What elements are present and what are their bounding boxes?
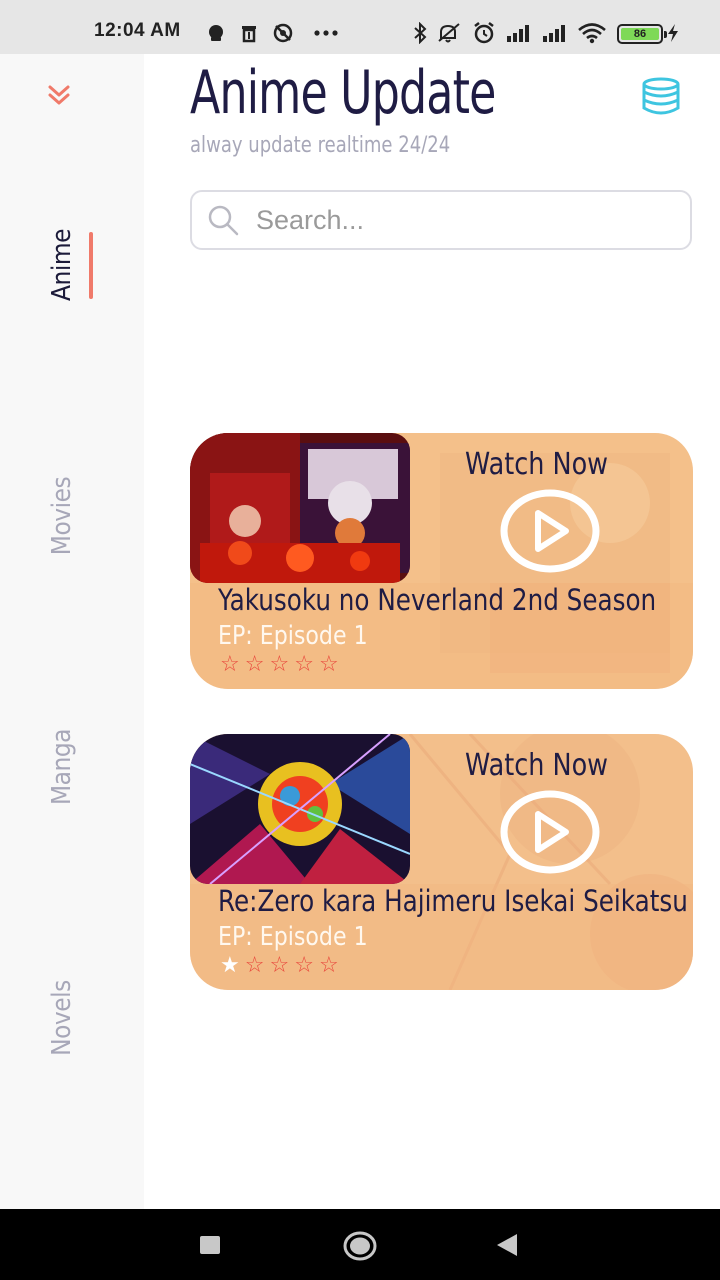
star-outline-icon: ☆ (318, 652, 339, 677)
battery-level: 86 (621, 28, 659, 40)
page-subtitle: alway update realtime 24/24 (190, 133, 451, 158)
star-outline-icon: ☆ (269, 953, 290, 978)
home-icon (343, 1231, 377, 1261)
play-button[interactable] (500, 790, 600, 874)
play-icon (500, 489, 600, 573)
card-thumbnail (190, 433, 410, 583)
back-icon (497, 1234, 517, 1256)
sidebar-item-movies[interactable]: Movies (0, 456, 124, 576)
search-input[interactable] (256, 204, 656, 236)
sidebar-item-label: Anime (47, 228, 77, 302)
anime-card[interactable]: Watch Now Re:Zero kara Hajimeru Isekai S… (190, 734, 693, 990)
wifi-icon (577, 22, 607, 44)
search-bar[interactable] (190, 190, 692, 250)
battery-indicator: 86 (617, 24, 667, 44)
star-outline-icon: ☆ (244, 953, 265, 978)
database-button[interactable] (640, 76, 682, 116)
status-bar: 12:04 AM 86 (0, 0, 720, 54)
back-button[interactable] (497, 1234, 517, 1260)
database-icon (642, 77, 680, 115)
watch-now-label: Watch Now (465, 447, 609, 482)
sidebar: Anime Movies Manga Novels (0, 54, 144, 1209)
system-nav-bar (0, 1209, 720, 1280)
sidebar-item-label: Novels (47, 980, 77, 1056)
episode-label: EP: Episode 1 (218, 621, 368, 651)
charging-icon (667, 22, 679, 44)
active-tab-indicator (89, 232, 93, 299)
play-icon (500, 790, 600, 874)
recents-icon (200, 1236, 220, 1254)
anime-title: Yakusoku no Neverland 2nd Season (218, 583, 657, 617)
sidebar-item-manga[interactable]: Manga (0, 707, 124, 827)
play-button[interactable] (500, 489, 600, 573)
collapse-button[interactable] (44, 80, 74, 110)
search-icon (208, 205, 239, 236)
sidebar-item-label: Manga (47, 728, 77, 806)
sync-icon (272, 22, 294, 44)
rating-stars: ☆ ☆ ☆ ☆ ☆ (220, 654, 339, 676)
watch-now-label: Watch Now (465, 748, 609, 783)
rating-stars: ★ ☆ ☆ ☆ ☆ (220, 955, 339, 977)
trash-icon (239, 22, 259, 44)
home-button[interactable] (343, 1231, 377, 1265)
episode-label: EP: Episode 1 (218, 922, 368, 952)
sidebar-item-anime[interactable]: Anime (0, 205, 124, 325)
chevron-double-down-icon (48, 85, 70, 105)
sidebar-item-novels[interactable]: Novels (0, 958, 124, 1078)
alarm-icon (472, 22, 496, 44)
status-time: 12:04 AM (94, 20, 181, 41)
card-thumbnail (190, 734, 410, 884)
star-outline-icon: ☆ (294, 953, 314, 978)
anime-title: Re:Zero kara Hajimeru Isekai Seikatsu 2 (218, 884, 693, 918)
star-outline-icon: ☆ (318, 953, 339, 978)
star-outline-icon: ☆ (220, 652, 240, 677)
star-outline-icon: ☆ (244, 652, 265, 677)
sidebar-item-label: Movies (47, 476, 77, 556)
page-title: Anime Update (190, 58, 496, 128)
mute-icon (437, 22, 463, 44)
star-outline-icon: ☆ (269, 652, 290, 677)
star-filled-icon: ★ (220, 953, 240, 978)
anime-card[interactable]: Watch Now Yakusoku no Neverland 2nd Seas… (190, 433, 693, 689)
chat-icon (206, 22, 226, 44)
signal-icon (541, 22, 569, 44)
recents-button[interactable] (200, 1236, 220, 1258)
more-icon (313, 22, 339, 44)
bluetooth-icon (412, 22, 428, 44)
signal-icon (505, 22, 533, 44)
star-outline-icon: ☆ (294, 652, 314, 677)
